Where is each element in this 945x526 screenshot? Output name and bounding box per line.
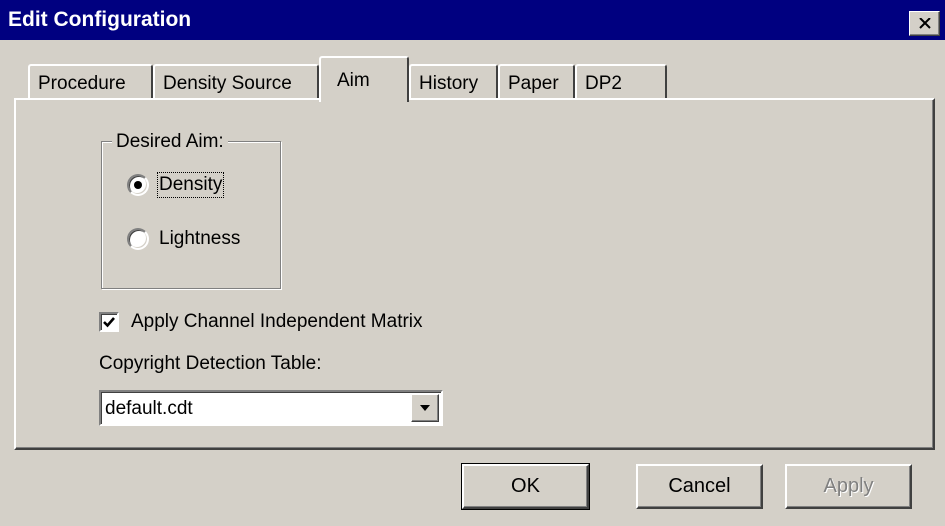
tab-label: Procedure (38, 73, 126, 94)
radio-density[interactable]: Density (127, 172, 225, 198)
tab-density-source[interactable]: Density Source (153, 64, 319, 100)
tab-paper[interactable]: Paper (498, 64, 575, 100)
radio-button[interactable] (127, 228, 149, 250)
dropdown-button[interactable] (411, 394, 439, 422)
button-label: Apply (823, 475, 874, 497)
tab-label: Paper (508, 73, 559, 94)
radio-lightness[interactable]: Lightness (127, 226, 240, 252)
tab-aim[interactable]: Aim (319, 56, 409, 102)
button-label: Cancel (668, 475, 731, 497)
close-button[interactable] (909, 11, 940, 36)
cancel-button[interactable]: Cancel (636, 464, 763, 509)
checkbox[interactable] (99, 312, 119, 332)
tab-label: DP2 (585, 73, 622, 94)
checkmark-icon (103, 317, 115, 328)
tab-label: Aim (337, 70, 370, 91)
apply-button[interactable]: Apply (785, 464, 912, 509)
apply-matrix-checkbox-row[interactable]: Apply Channel Independent Matrix (99, 310, 423, 334)
button-label: OK (511, 475, 540, 497)
radio-label-lightness: Lightness (159, 228, 241, 249)
copyright-detection-select[interactable]: default.cdt (99, 390, 443, 426)
window-title: Edit Configuration (8, 8, 192, 31)
tab-history[interactable]: History (409, 64, 498, 100)
tab-procedure[interactable]: Procedure (28, 64, 153, 100)
radio-button-selected[interactable] (127, 174, 149, 196)
select-value: default.cdt (105, 398, 193, 419)
checkbox-label: Apply Channel Independent Matrix (131, 311, 423, 332)
title-bar: Edit Configuration (0, 0, 945, 40)
close-icon (919, 18, 931, 29)
group-title: Desired Aim: (112, 131, 228, 153)
tab-label: History (419, 73, 479, 94)
chevron-down-icon (420, 405, 430, 411)
desired-aim-group (101, 141, 281, 289)
ok-button[interactable]: OK (461, 463, 590, 510)
tab-label: Density Source (163, 73, 292, 94)
tab-dp2[interactable]: DP2 (575, 64, 667, 100)
copyright-detection-label: Copyright Detection Table: (99, 353, 322, 374)
radio-label-density: Density (156, 172, 225, 198)
